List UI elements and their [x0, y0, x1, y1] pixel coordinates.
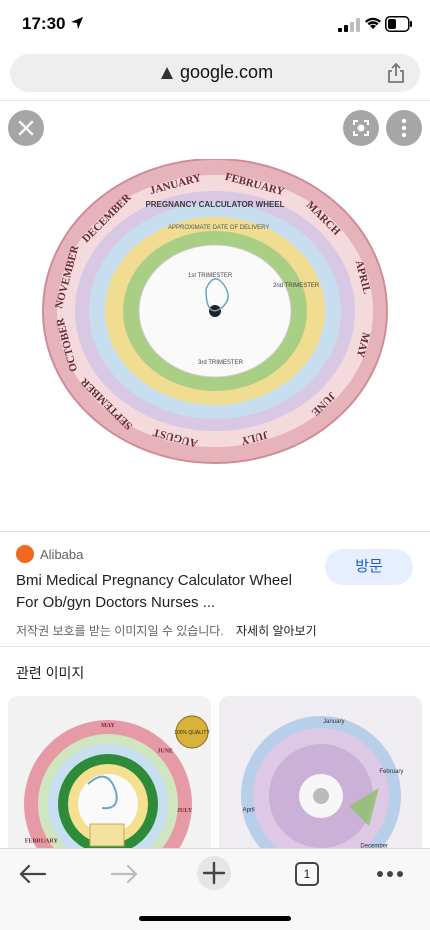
address-bar[interactable]: google.com — [10, 54, 420, 92]
thumb-month-label: April — [243, 807, 255, 813]
thumb-month-label: JUNE — [157, 749, 173, 755]
wheel-title: PREGNANCY CALCULATOR WHEEL — [145, 200, 284, 209]
wheel-label-delivery: APPROXIMATE DATE OF DELIVERY — [168, 225, 269, 231]
wifi-icon — [365, 17, 381, 29]
tab-count: 1 — [295, 862, 319, 886]
tabs-button[interactable]: 1 — [290, 859, 326, 889]
divider — [0, 646, 430, 647]
wheel-label-trimester3: 3rd TRIMESTER — [198, 360, 244, 366]
more-horizontal-icon — [377, 871, 403, 877]
source-name[interactable]: Alibaba — [40, 547, 83, 562]
related-images-heading: 관련 이미지 — [16, 665, 85, 681]
home-indicator — [139, 916, 291, 921]
plus-icon — [197, 856, 231, 890]
related-image-1[interactable]: MAYJUNEJULYAPRILAUGUSTFEBRUARY 100% QUAL… — [8, 696, 211, 856]
lens-button[interactable] — [343, 110, 379, 146]
forward-arrow-icon — [110, 864, 138, 884]
new-tab-button[interactable] — [196, 855, 232, 891]
forward-button[interactable] — [106, 859, 142, 889]
more-options-button[interactable] — [386, 110, 422, 146]
visit-button[interactable]: 방문 — [325, 549, 413, 585]
thumb-month-label: February — [379, 769, 403, 775]
related-image-2[interactable]: JanuaryFebruaryDecemberOctoberApril — [219, 696, 422, 856]
url-text: google.com — [180, 62, 274, 82]
thumb-month-label: JULY — [177, 808, 193, 814]
status-time: 17:30 — [22, 14, 66, 33]
battery-icon — [385, 16, 412, 32]
learn-more-link[interactable]: 자세히 알아보기 — [236, 622, 317, 639]
share-icon[interactable] — [386, 62, 406, 84]
location-arrow-icon — [71, 17, 83, 29]
copyright-notice: 저작권 보호를 받는 이미지일 수 있습니다. — [16, 624, 224, 638]
close-button[interactable] — [8, 110, 44, 146]
back-button[interactable] — [15, 859, 51, 889]
thumb-month-label: FEBRUARY — [25, 839, 59, 845]
alibaba-logo-icon — [16, 545, 34, 563]
more-vertical-icon — [401, 118, 407, 138]
image-viewer[interactable]: JANUARY FEBRUARY MARCH APRIL MAY JUNE JULY AUGU… — [0, 101, 430, 531]
divider — [0, 531, 430, 532]
thumb-month-label: January — [323, 719, 344, 725]
thumb-month-label: MAY — [101, 723, 115, 729]
lock-icon — [161, 67, 173, 79]
back-arrow-icon — [19, 864, 47, 884]
close-icon — [18, 120, 34, 136]
result-title[interactable]: Bmi Medical Pregnancy Calculator Wheel F… — [16, 570, 316, 614]
cellular-signal-icon — [338, 18, 360, 32]
wheel-label-trimester1: 1st TRIMESTER — [188, 273, 233, 279]
pregnancy-wheel-image: JANUARY FEBRUARYMARCHAPRILMAYJUNEJULYAUGU… — [42, 159, 388, 464]
quality-badge-text: 100% QUALITY — [174, 730, 210, 736]
lens-icon — [353, 120, 369, 136]
menu-button[interactable] — [372, 859, 408, 889]
status-bar: 17:30 — [0, 0, 430, 50]
wheel-label-trimester2: 2nd TRIMESTER — [273, 283, 320, 289]
